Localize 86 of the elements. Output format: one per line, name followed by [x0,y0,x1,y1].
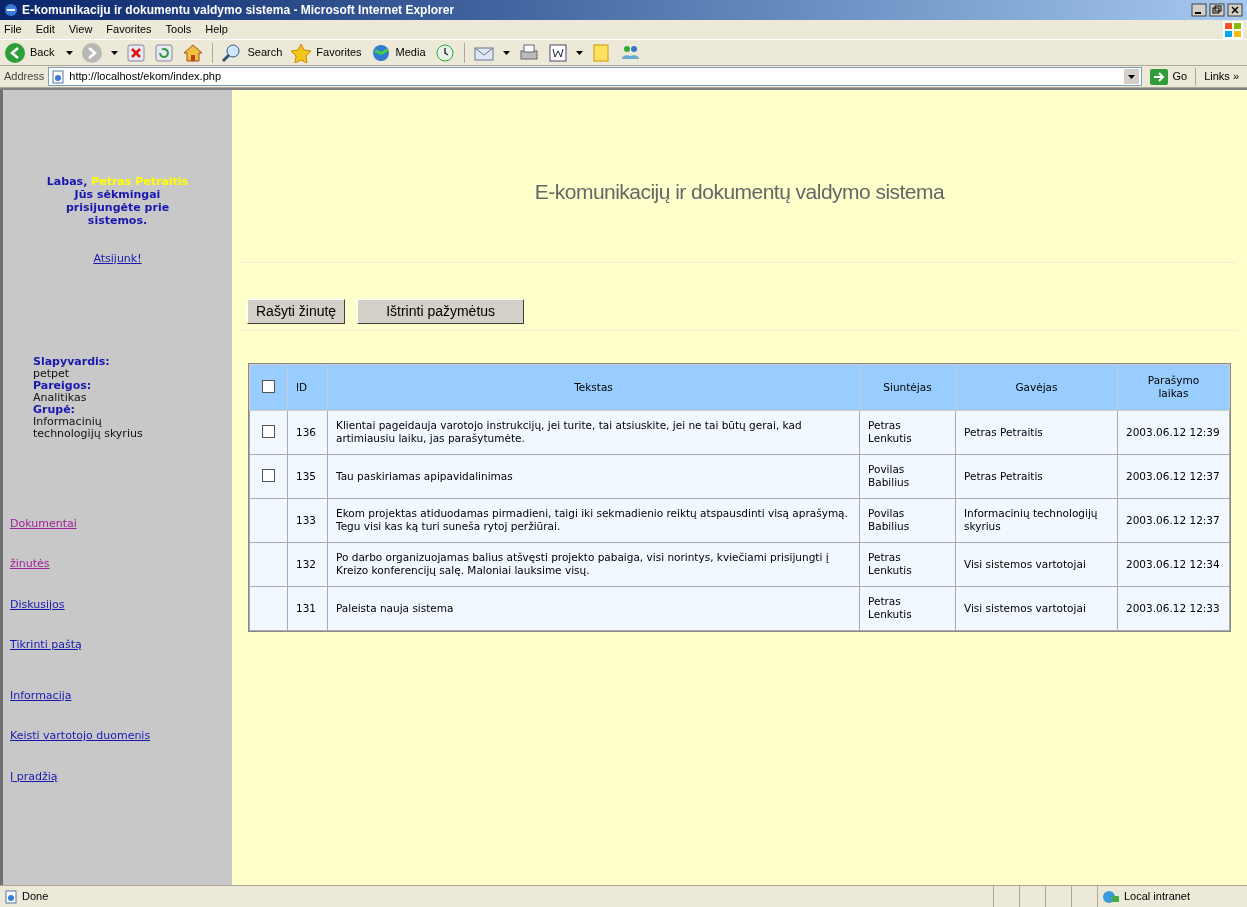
table-cell: Informacinių technologijų skyrius [955,498,1118,542]
dropdown-arrow-icon[interactable] [502,50,510,55]
column-header: Siuntėjas [859,364,956,410]
page-title: E-komunikacijų ir dokumentų valdymo sistema [533,179,946,205]
document-edit-icon[interactable] [547,42,568,63]
menu-item[interactable]: View [68,21,93,38]
greeting-text: Labas, Petras Petraitis Jūs sėkmingai prisijungėte prie sistemos. [45,175,190,227]
zone-text: Local intranet [1124,889,1191,905]
table-cell: 2003.06.12 12:37 [1117,498,1230,542]
checkbox[interactable] [262,469,275,482]
nav-link[interactable]: Į pradžią [10,768,58,785]
profile-label: Slapyvardis: [33,355,111,368]
column-header: Tekstas [327,364,860,410]
refresh-icon[interactable] [154,42,175,63]
table-cell: Povilas Babilius [859,454,956,498]
table-cell: Petras Lenkutis [859,410,956,454]
logout-link[interactable]: Atsijunk! [93,251,142,268]
dropdown-arrow-icon[interactable] [575,50,583,55]
page-icon[interactable] [51,69,66,84]
nav-link[interactable]: Diskusijos [10,596,65,613]
nav-link[interactable]: Tikrinti paštą [10,637,82,654]
minimize-icon[interactable] [1191,3,1207,17]
checkbox[interactable] [262,425,275,438]
table-cell: Petras Petraitis [955,410,1118,454]
stop-icon[interactable] [126,42,147,63]
profile-value: Informacinių technologijų skyrius [33,415,144,440]
profile-value: Analitikas [33,391,87,404]
nav-link[interactable]: žinutės [10,556,50,573]
status-text: Done [22,889,49,905]
table-cell: 135 [287,454,328,498]
table-cell: Visi sistemos vartotojai [955,542,1118,586]
dropdown-arrow-icon[interactable] [66,50,74,55]
window-title: E-komunikaciju ir dokumentu valdymo sistema - Microsoft Internet Explorer [22,2,456,19]
profile-label: Pareigos: [33,379,93,392]
nav-link[interactable]: Keisti vartotojo duomenis [10,728,151,745]
restore-icon[interactable] [1209,3,1225,17]
table-cell: Povilas Babilius [859,498,956,542]
menu-item[interactable]: Help [205,21,228,38]
table-cell: 131 [287,586,328,630]
table-cell: 2003.06.12 12:33 [1117,586,1230,630]
action-button[interactable]: Ištrinti pažymėtus [357,298,525,324]
table-cell: Petras Lenkutis [859,586,956,630]
table-cell: 2003.06.12 12:34 [1117,542,1230,586]
home-icon[interactable] [182,42,205,63]
column-header: Parašymo laikas [1117,364,1230,410]
table-cell: Po darbo organizuojamas balius atšvęsti projekto pabaiga, visi norintys, kviečiami prisijungti į Kreizo konferencijų salę. Maloniai lauksime visų. [327,542,860,586]
table-cell: 136 [287,410,328,454]
profile-value: petpet [33,367,70,380]
table-cell: Tau paskiriamas apipavidalinimas [327,454,860,498]
dropdown-arrow-icon[interactable] [111,50,119,55]
menu-item[interactable]: Edit [35,21,55,38]
table-cell: 2003.06.12 12:39 [1117,410,1230,454]
links-button[interactable]: Links » [1200,68,1243,85]
nav-link[interactable]: Informacija [10,687,72,704]
go-button[interactable]: Go [1146,68,1192,85]
table-cell: Petras Lenkutis [859,542,956,586]
ie-logo-icon[interactable] [4,3,18,17]
menu-item[interactable]: Tools [165,21,192,38]
action-button[interactable]: Rašyti žinutę [247,298,346,324]
page-icon[interactable] [4,889,18,904]
table-cell: 2003.06.12 12:37 [1117,454,1230,498]
column-header: Gavėjas [955,364,1118,410]
table-cell: 133 [287,498,328,542]
checkbox[interactable] [262,380,275,393]
menu-item[interactable]: Favorites [106,21,152,38]
favorites-button[interactable]: Favorites [290,42,362,63]
close-icon[interactable] [1227,3,1243,17]
column-header: ID [287,364,328,410]
address-label: Address [4,69,45,85]
table-cell: Petras Petraitis [955,454,1118,498]
table-cell: 132 [287,542,328,586]
history-clock-icon[interactable] [433,42,456,63]
table-cell: Ekom projektas atiduodamas pirmadieni, taigi iki sekmadienio reiktų atspausdinti visą aprašymą. Tegu visi kas ką turi suneša rytoj peržiūrai. [327,498,860,542]
table-cell: Klientai pageidauja varotojo instrukcijų, jei turite, tai atsiuskite, jei ne tai būtų gerai, kad artimiausiu laiku, jas parašytumėte. [327,410,860,454]
printer-icon[interactable] [517,42,540,63]
network-globe-icon[interactable] [1102,889,1120,904]
table-cell: Paleista nauja sistema [327,586,860,630]
table-cell: Visi sistemos vartotojai [955,586,1118,630]
nav-link[interactable]: Dokumentai [10,515,77,532]
star-icon[interactable] [290,42,313,63]
menu-item[interactable]: File [4,21,22,38]
address-field[interactable]: http://localhost/ekom/index.php [48,67,1143,86]
back-button[interactable]: Back [4,41,59,64]
search-button[interactable]: Search [221,42,283,63]
profile-label: Grupė: [33,403,77,416]
media-button[interactable]: Media [369,42,426,63]
